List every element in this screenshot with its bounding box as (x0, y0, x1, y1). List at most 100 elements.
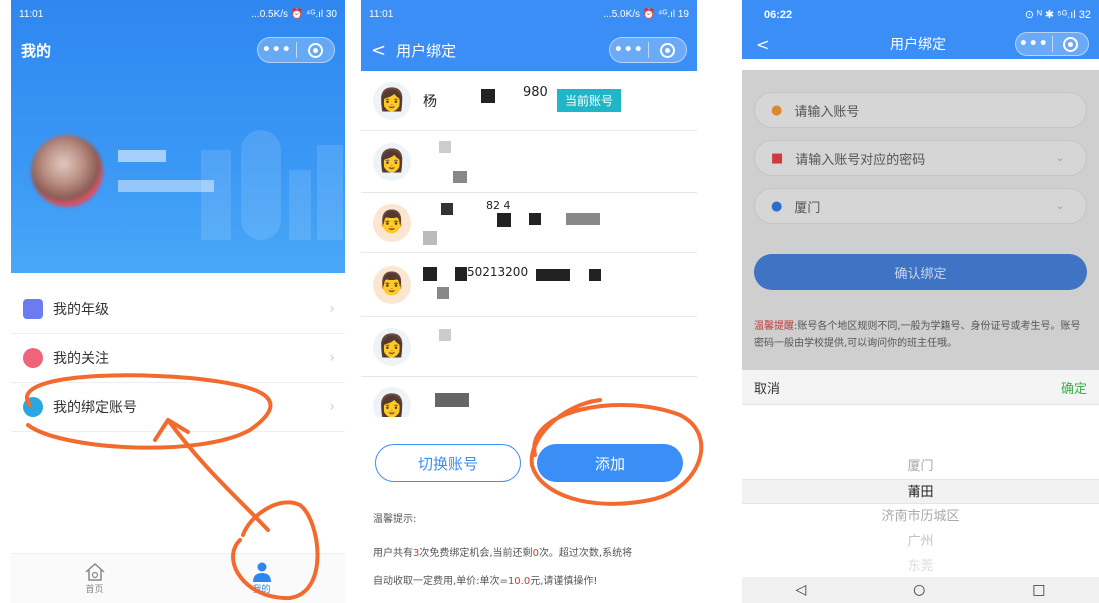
redaction-block (439, 329, 451, 341)
close-capsule-icon[interactable] (648, 42, 686, 58)
redaction-block (497, 213, 511, 227)
avatar-male-icon: 👨 (373, 203, 411, 242)
menu-label: 我的关注 (53, 351, 109, 367)
recents-nav-icon[interactable]: □ (1032, 582, 1045, 598)
account-input[interactable]: ● 请输入账号 (754, 92, 1087, 128)
profile-header: 11:01 ...0.5K/s ⏰ ⁴ᴳ.ıl 30 我的 ••• (11, 0, 345, 273)
account-row[interactable]: 👨 50213200 (361, 253, 697, 317)
menu-label: 我的绑定账号 (53, 400, 137, 416)
page-title: 用户绑定 (396, 41, 457, 60)
account-row[interactable]: 👩 杨 980 当前账号 (361, 71, 697, 131)
password-input[interactable]: ■ 请输入账号对应的密码 ⌄ (754, 140, 1087, 176)
tip-title: 温馨提示: (373, 514, 417, 525)
status-bar: 06:22 ⊙ ᴺ ✱ ⁵ᴳ.ıl 32 (742, 0, 1099, 29)
tab-home[interactable]: 首页 (11, 554, 178, 603)
region-picker[interactable]: 厦门 莆田 济南市历城区 广州 东莞 (742, 405, 1099, 577)
cancel-button[interactable]: 取消 (754, 378, 780, 397)
picker-option[interactable]: 济南市历城区 (742, 504, 1099, 529)
status-bar: 11:01 ...5.0K/s ⏰ ⁴ᴳ.ıl 19 (361, 0, 697, 29)
status-time: 06:22 (764, 8, 793, 21)
redaction-block (435, 393, 469, 407)
region-select[interactable]: ● 厦门 ⌄ (754, 188, 1087, 224)
mini-program-capsule[interactable]: ••• (1015, 32, 1089, 56)
nav-bar: < 用户绑定 ••• (742, 29, 1099, 59)
picker-option-selected[interactable]: 莆田 (742, 479, 1099, 504)
back-nav-icon[interactable]: ◁ (795, 582, 806, 598)
account-row[interactable]: 👩 (361, 317, 697, 377)
user-icon: ● (771, 102, 783, 118)
nav-bar: < 用户绑定 ••• (361, 29, 697, 71)
tab-bar: 首页 我的 (11, 553, 345, 603)
back-icon[interactable]: < (371, 40, 386, 61)
status-icons: ⊙ ᴺ ✱ ⁵ᴳ.ıl 32 (1024, 9, 1091, 21)
redaction-block (453, 171, 467, 183)
more-icon[interactable]: ••• (610, 38, 648, 62)
account-list: 👩 杨 980 当前账号 👩 👨 82 4 👨 50213200 👩 👩 (361, 71, 697, 417)
back-icon[interactable]: < (756, 35, 769, 54)
status-time: 11:01 (369, 9, 394, 20)
grade-icon (23, 299, 43, 319)
more-icon[interactable]: ••• (258, 38, 296, 62)
chevron-right-icon: › (329, 301, 335, 317)
user-icon (252, 562, 271, 582)
confirm-bind-button[interactable]: 确认绑定 (754, 254, 1087, 290)
chevron-down-icon: ⌄ (1055, 200, 1064, 212)
account-row[interactable]: 👩 (361, 131, 697, 193)
status-time: 11:01 (19, 9, 44, 20)
username-redacted (118, 150, 166, 162)
top-bar: 06:22 ⊙ ᴺ ✱ ⁵ᴳ.ıl 32 < 用户绑定 ••• (742, 0, 1099, 59)
pin-icon (23, 397, 43, 417)
menu-item-grade[interactable]: 我的年级 › (11, 285, 345, 334)
panel-user-binding-list: 11:01 ...5.0K/s ⏰ ⁴ᴳ.ıl 19 < 用户绑定 ••• 👩 … (361, 0, 697, 603)
redaction-block (529, 213, 541, 225)
nav-bar: 我的 ••• (11, 29, 345, 71)
account-name-start: 杨 (423, 93, 437, 110)
warning-text: 温馨提醒:账号各个地区规则不同,一般为学籍号、身份证号或考生号。账号密码一般由学… (754, 321, 1081, 349)
ok-button[interactable]: 确定 (1061, 378, 1087, 397)
avatar-female-icon: 👩 (373, 327, 411, 366)
avatar-female-icon: 👩 (373, 142, 411, 181)
mini-program-capsule[interactable]: ••• (257, 37, 335, 63)
redaction-block (439, 141, 451, 153)
home-icon (85, 562, 104, 581)
home-nav-icon[interactable]: ○ (913, 582, 925, 598)
status-bar: 11:01 ...0.5K/s ⏰ ⁴ᴳ.ıl 30 (11, 0, 345, 29)
picker-option[interactable]: 厦门 (742, 454, 1099, 479)
chevron-right-icon: › (329, 399, 335, 415)
current-account-badge: 当前账号 (557, 89, 622, 112)
picker-toolbar: 取消 确定 (742, 370, 1099, 405)
close-capsule-icon[interactable] (296, 42, 334, 58)
status-icons: ...0.5K/s ⏰ ⁴ᴳ.ıl 30 (251, 9, 337, 20)
account-row[interactable]: 👩 (361, 377, 697, 417)
more-icon[interactable]: ••• (1016, 33, 1052, 55)
page-title: 用户绑定 (890, 37, 946, 53)
picker-option[interactable]: 东莞 (742, 554, 1099, 574)
status-icons: ...5.0K/s ⏰ ⁴ᴳ.ıl 19 (603, 9, 689, 20)
account-name-end: 50213200 (467, 265, 529, 279)
mini-program-capsule[interactable]: ••• (609, 37, 687, 63)
tab-label: 我的 (252, 585, 271, 595)
tab-mine[interactable]: 我的 (178, 554, 345, 603)
panel-bind-form: 06:22 ⊙ ᴺ ✱ ⁵ᴳ.ıl 32 < 用户绑定 ••• ● 请输入账号 … (742, 0, 1099, 603)
add-button[interactable]: 添加 (537, 444, 683, 482)
avatar[interactable] (31, 135, 103, 207)
form-area: ● 请输入账号 ■ 请输入账号对应的密码 ⌄ ● 厦门 ⌄ 确认绑定 温馨提醒:… (742, 70, 1099, 370)
menu-item-bound-account[interactable]: 我的绑定账号 › (11, 383, 345, 432)
heart-icon (23, 348, 43, 368)
location-icon: ● (771, 198, 783, 214)
tab-label: 首页 (85, 585, 104, 595)
page-title: 我的 (21, 41, 52, 60)
redaction-block (566, 213, 600, 225)
tip-text: 自动收取一定费用,单价:单次=10.0元,请谨慎操作! (373, 576, 598, 587)
menu-item-follow[interactable]: 我的关注 › (11, 334, 345, 383)
menu-label: 我的年级 (53, 302, 109, 318)
panel-my-profile: 11:01 ...0.5K/s ⏰ ⁴ᴳ.ıl 30 我的 ••• 我的年级 › (11, 0, 345, 603)
redaction-block (441, 203, 453, 215)
close-capsule-icon[interactable] (1052, 36, 1088, 52)
avatar-female-icon: 👩 (373, 387, 411, 417)
switch-account-button[interactable]: 切换账号 (375, 444, 521, 482)
redaction-block (423, 267, 437, 281)
account-row[interactable]: 👨 82 4 (361, 193, 697, 253)
top-bar: 11:01 ...5.0K/s ⏰ ⁴ᴳ.ıl 19 < 用户绑定 ••• (361, 0, 697, 71)
picker-option[interactable]: 广州 (742, 529, 1099, 554)
